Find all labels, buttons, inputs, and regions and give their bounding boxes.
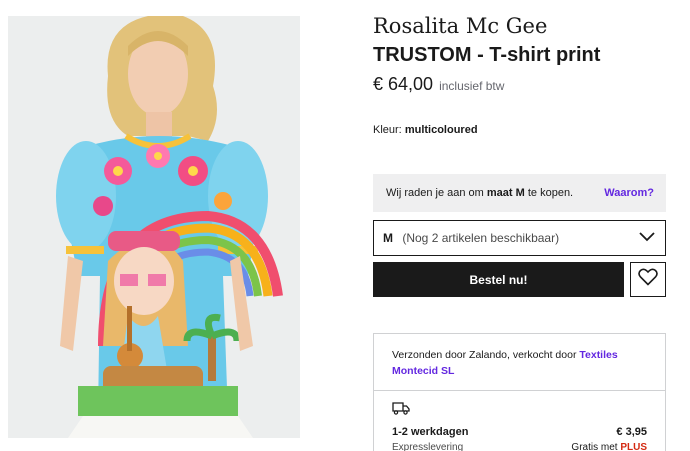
product-image[interactable] [8,16,300,438]
standard-shipping-price: € 3,95 [616,426,647,438]
order-now-button[interactable]: Bestel nu! [373,262,624,297]
express-shipping-label: Expresslevering [392,442,464,451]
brand-name[interactable]: Rosalita Mc Gee [373,14,547,38]
size-select[interactable]: M (Nog 2 artikelen beschikbaar) [373,220,666,256]
plus-badge: PLUS [620,442,647,451]
size-select-value: M (Nog 2 artikelen beschikbaar) [383,231,559,245]
chevron-down-icon [639,231,655,245]
color-row: Kleur: multicoloured [373,124,478,136]
express-shipping-offer: Gratis met PLUS [571,442,647,451]
size-advice-text: Wij raden je aan om maat M te kopen. [386,187,573,199]
shipping-info: 1-2 werkdagen € 3,95 Expresslevering Gra… [373,390,666,451]
standard-shipping-label: 1-2 werkdagen [392,426,469,438]
size-advice-banner: Wij raden je aan om maat M te kopen. Waa… [373,174,666,212]
product-price: € 64,00 [373,74,434,94]
price-row: € 64,00 inclusief btw [373,74,504,95]
standard-shipping-row: 1-2 werkdagen € 3,95 [392,426,647,438]
seller-info: Verzonden door Zalando, verkocht door Te… [373,333,666,391]
product-title: TRUSTOM - T-shirt print [373,44,601,66]
selected-size: M [383,231,393,245]
express-shipping-row: Expresslevering Gratis met PLUS [392,442,647,451]
size-availability: (Nog 2 artikelen beschikbaar) [402,231,560,245]
wishlist-button[interactable] [630,262,666,297]
size-advice-suffix: te kopen. [527,187,574,199]
truck-icon [392,402,410,418]
color-label: Kleur: [373,124,402,136]
vat-note: inclusief btw [439,79,505,93]
seller-prefix: Verzonden door Zalando, verkocht door [392,349,577,361]
size-advice-why-link[interactable]: Waarom? [604,187,654,199]
heart-icon [638,268,658,291]
recommended-size: maat M [486,187,525,199]
size-advice-prefix: Wij raden je aan om [386,187,484,199]
express-offer-text: Gratis met [571,442,618,451]
color-value: multicoloured [404,124,478,136]
